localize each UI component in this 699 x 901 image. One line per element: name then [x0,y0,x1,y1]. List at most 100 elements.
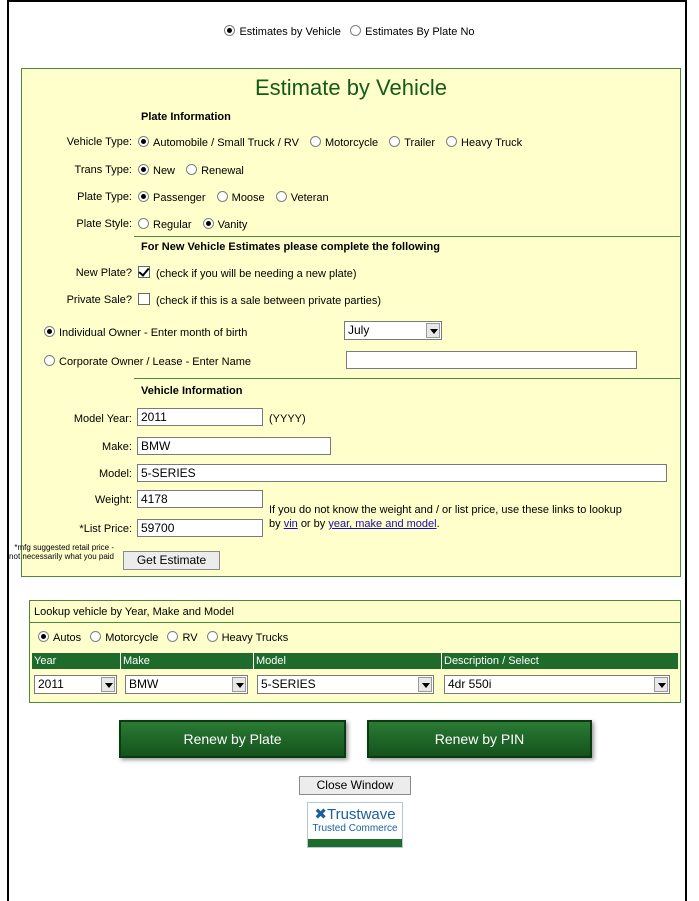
plate-info-header: Plate Information [141,111,231,123]
birth-month-select[interactable]: July [344,321,442,340]
lookup-type-rv[interactable]: RV [167,631,198,644]
column-header-year: Year [32,653,121,669]
model-label: Model: [98,468,132,480]
radio-icon[interactable] [275,191,287,202]
radio-icon[interactable] [389,136,401,147]
radio-icon[interactable] [167,631,179,642]
radio-icon[interactable] [309,136,321,147]
radio-icon[interactable] [138,164,149,175]
mode-by-vehicle[interactable]: Estimates by Vehicle [224,25,341,38]
trustwave-tagline: Trusted Commerce [312,823,398,834]
make-select[interactable]: BMW [125,675,248,694]
radio-icon[interactable] [44,326,55,337]
model-year-label: Model Year: [73,413,132,425]
plate-style-vanity[interactable]: Vanity [202,218,247,231]
divider [134,236,680,237]
new-plate-checkbox[interactable] [138,266,150,278]
close-window-button[interactable]: Close Window [299,776,411,795]
private-sale-checkbox[interactable] [138,293,150,305]
radio-icon[interactable] [138,191,149,202]
renew-by-plate-button[interactable]: Renew by Plate [119,720,346,758]
plate-type-label: Plate Type: [77,191,132,203]
chevron-down-icon [426,323,440,338]
weight-input[interactable]: 4178 [137,490,263,508]
description-select[interactable]: 4dr 550i [444,675,670,694]
lookup-help-text: If you do not know the weight and / or l… [269,504,622,530]
year-select[interactable]: 2011 [34,675,117,694]
chevron-down-icon [654,677,668,692]
plate-type-moose[interactable]: Moose [216,191,265,204]
model-select[interactable]: 5-SERIES [257,675,434,694]
individual-owner-option[interactable]: Individual Owner - Enter month of birth [44,326,247,339]
private-sale-label: Private Sale? [66,294,132,306]
trans-type-label: Trans Type: [74,164,132,176]
estimate-mode-selector: Estimates by Vehicle Estimates By Plate … [0,25,699,38]
new-plate-label: New Plate? [75,267,132,279]
plate-style-options: Regular Vanity [138,218,255,231]
trans-type-new[interactable]: New [138,164,175,177]
new-plate-row: (check if you will be needing a new plat… [138,266,357,280]
divider [30,622,680,623]
radio-icon[interactable] [44,355,55,366]
vehicle-info-header: Vehicle Information [141,385,243,397]
vehicle-type-heavy-truck[interactable]: Heavy Truck [446,136,522,149]
corporate-owner-option[interactable]: Corporate Owner / Lease - Enter Name [44,355,251,368]
get-estimate-button[interactable]: Get Estimate [123,551,220,570]
column-header-description: Description / Select [442,653,678,669]
radio-icon[interactable] [202,218,214,229]
make-input[interactable]: BMW [137,437,331,455]
panel-title: Estimate by Vehicle [255,75,447,100]
seal-footer [308,839,402,847]
divider [134,378,680,379]
trans-type-options: New Renewal [138,164,252,177]
vin-lookup-link[interactable]: vin [284,518,298,530]
trustwave-icon: ✖ [314,806,327,823]
radio-icon[interactable] [446,136,458,147]
radio-icon[interactable] [224,25,236,36]
radio-icon[interactable] [138,218,149,229]
msrp-note: *mfg suggested retail price - not necess… [9,543,114,561]
plate-type-passenger[interactable]: Passenger [138,191,206,204]
vehicle-lookup-panel: Lookup vehicle by Year, Make and Model A… [29,600,681,703]
radio-icon[interactable] [186,164,198,175]
renew-by-pin-button[interactable]: Renew by PIN [367,720,592,758]
plate-style-label: Plate Style: [76,218,132,230]
corporate-name-input[interactable] [346,351,637,369]
radio-icon[interactable] [206,631,218,642]
plate-style-regular[interactable]: Regular [138,218,192,231]
radio-icon[interactable] [90,631,102,642]
lookup-type-heavy-trucks[interactable]: Heavy Trucks [206,631,288,644]
radio-icon[interactable] [138,136,149,147]
lookup-type-autos[interactable]: Autos [38,631,81,644]
chevron-down-icon [101,677,115,692]
chevron-down-icon [232,677,246,692]
radio-icon[interactable] [216,191,228,202]
model-year-input[interactable]: 2011 [137,408,263,426]
lookup-type-motorcycle[interactable]: Motorcycle [90,631,158,644]
list-price-input[interactable]: 59700 [137,519,263,537]
plate-type-options: Passenger Moose Veteran [138,191,337,204]
lookup-title: Lookup vehicle by Year, Make and Model [34,606,234,618]
vehicle-type-label: Vehicle Type: [66,136,132,148]
plate-type-veteran[interactable]: Veteran [275,191,329,204]
list-price-label: *List Price: [79,523,132,535]
year-make-model-link[interactable]: year, make and model [328,518,436,530]
make-label: Make: [102,441,132,453]
lookup-type-options: Autos Motorcycle RV Heavy Trucks [38,631,288,644]
vehicle-type-trailer[interactable]: Trailer [389,136,435,149]
new-vehicle-header: For New Vehicle Estimates please complet… [141,241,440,253]
radio-icon[interactable] [350,25,362,36]
trans-type-renewal[interactable]: Renewal [186,164,244,177]
vehicle-type-motorcycle[interactable]: Motorcycle [309,136,378,149]
model-input[interactable]: 5-SERIES [137,464,667,482]
mode-by-plate[interactable]: Estimates By Plate No [350,25,475,38]
weight-label: Weight: [94,494,132,506]
column-header-model: Model [254,653,442,669]
vehicle-type-options: Automobile / Small Truck / RV Motorcycle… [138,136,530,149]
vehicle-type-automobile[interactable]: Automobile / Small Truck / RV [138,136,299,149]
trustwave-seal[interactable]: ✖Trustwave Trusted Commerce [307,802,403,848]
estimate-panel: Estimate by Vehicle Plate Information Ve… [9,68,681,577]
private-sale-row: (check if this is a sale between private… [138,293,381,307]
trustwave-logo: ✖Trustwave [314,806,396,823]
radio-icon[interactable] [38,631,49,642]
